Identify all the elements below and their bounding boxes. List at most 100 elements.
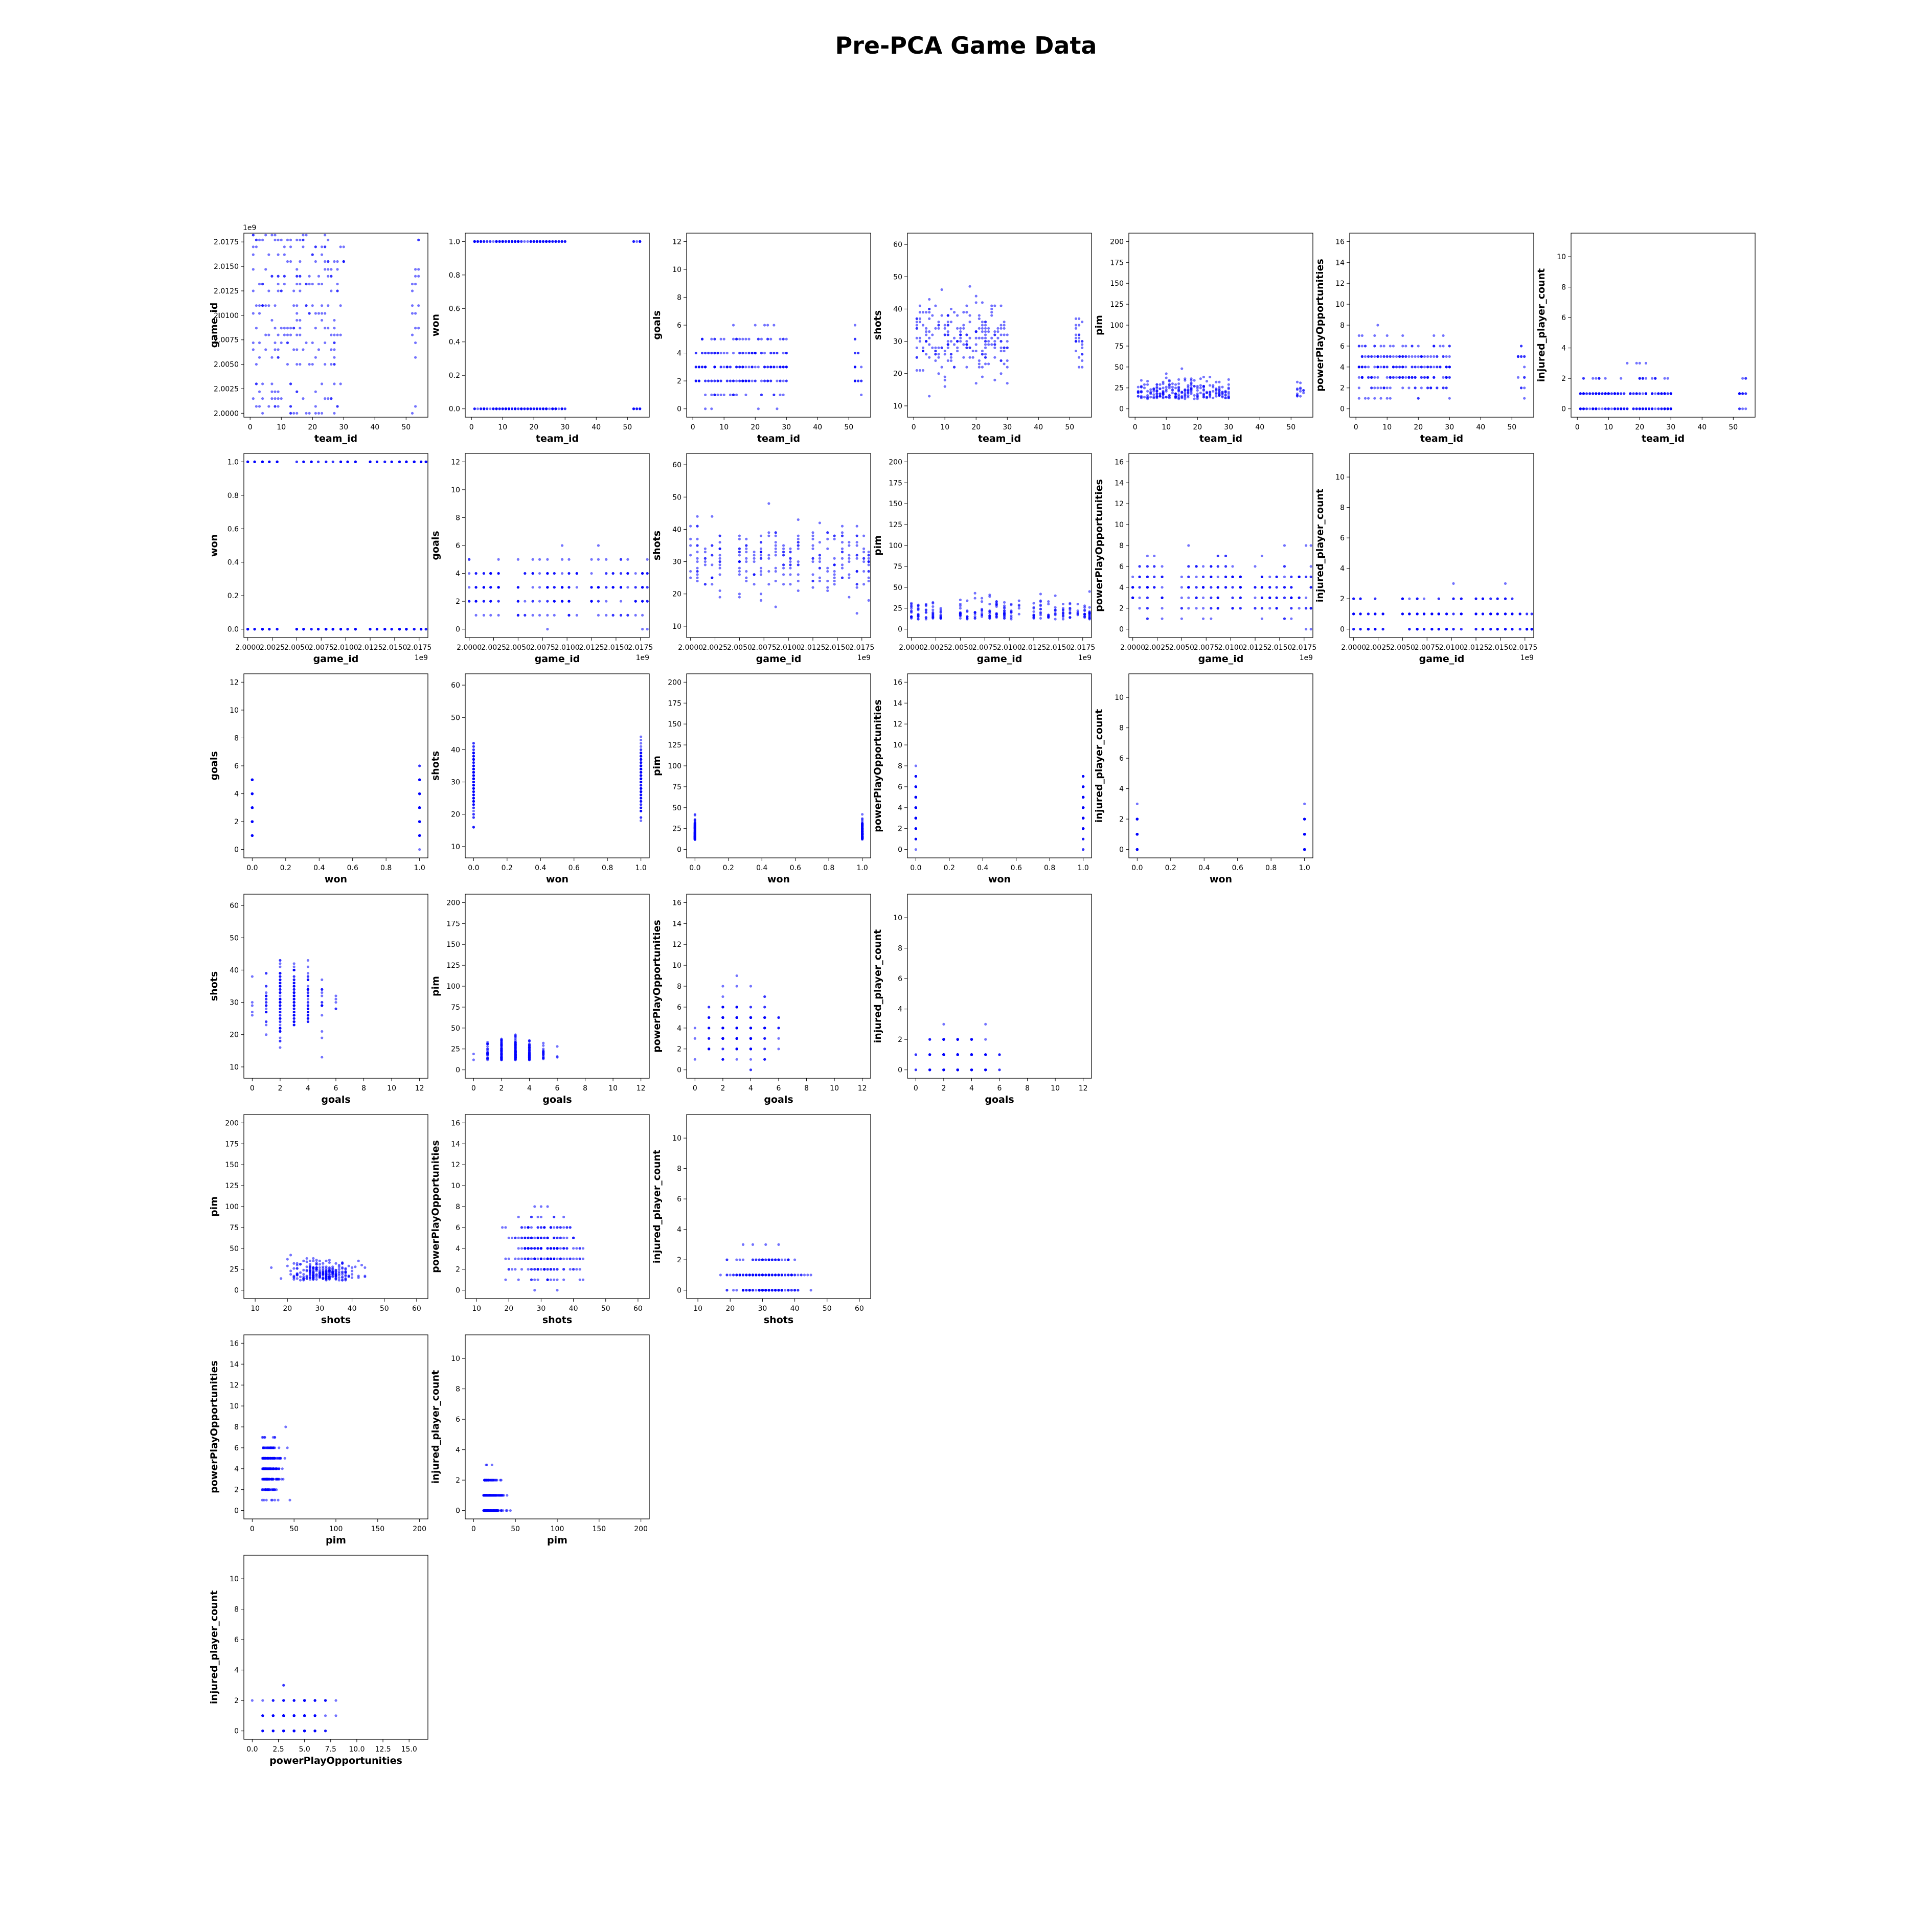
data-point: [424, 628, 427, 631]
data-point: [719, 379, 722, 382]
data-point: [1201, 586, 1205, 589]
data-point: [1177, 382, 1180, 385]
data-point: [504, 240, 507, 243]
data-point: [984, 330, 987, 333]
data-point: [1162, 391, 1165, 394]
data-point: [286, 362, 289, 366]
data-point: [514, 240, 517, 243]
data-point: [939, 610, 942, 613]
data-point: [1360, 376, 1364, 379]
data-point: [959, 339, 962, 343]
data-point: [763, 366, 766, 369]
data-point: [296, 312, 299, 315]
data-point: [314, 390, 317, 393]
data-point: [999, 372, 1003, 375]
data-point: [1666, 407, 1669, 411]
data-point: [779, 366, 782, 369]
data-point: [968, 285, 971, 288]
x-axis-label: game_id: [1419, 653, 1465, 665]
data-point: [1165, 385, 1168, 389]
y-tick-label: 0.2: [228, 592, 239, 600]
data-point: [1367, 355, 1370, 358]
data-point: [1201, 575, 1205, 578]
data-point: [1088, 590, 1091, 593]
data-point: [1260, 586, 1264, 589]
data-point: [707, 351, 710, 355]
data-point: [1224, 391, 1227, 394]
y-tick-label: 50: [893, 584, 902, 592]
data-point: [917, 618, 920, 621]
data-point: [336, 289, 339, 292]
data-point: [745, 576, 748, 579]
data-point: [314, 356, 317, 359]
data-point: [302, 245, 305, 248]
x-tick-label: 2.0125: [801, 644, 826, 652]
data-point: [383, 628, 387, 631]
data-point: [840, 525, 844, 528]
data-point: [914, 848, 917, 851]
data-point: [693, 834, 696, 838]
data-point: [1054, 608, 1057, 611]
data-point: [268, 460, 271, 463]
data-point: [560, 558, 564, 561]
data-point: [635, 240, 639, 243]
data-point: [414, 282, 417, 286]
data-point: [1032, 610, 1035, 613]
data-point: [1201, 617, 1205, 620]
x-tick-label: 30: [560, 423, 570, 431]
data-point: [1138, 607, 1141, 610]
data-point: [848, 573, 851, 576]
x-tick-label: 30: [339, 423, 348, 431]
data-point: [696, 560, 699, 563]
data-point: [987, 362, 990, 366]
data-point: [1180, 396, 1184, 399]
data-point: [1039, 607, 1042, 610]
data-point: [472, 826, 475, 829]
data-point: [531, 572, 534, 575]
data-point: [934, 349, 937, 353]
data-point: [497, 600, 500, 603]
data-point: [299, 282, 302, 286]
y-axis-label: pim: [651, 756, 663, 776]
data-point: [1140, 396, 1143, 399]
data-point: [1439, 366, 1442, 369]
data-point: [546, 628, 549, 631]
data-point: [776, 379, 779, 382]
data-point: [981, 336, 984, 339]
data-point: [826, 547, 829, 550]
subplot-game_id-vs-goals: 2.00002.00252.00502.00752.01002.01252.01…: [430, 453, 653, 665]
data-point: [611, 586, 615, 589]
x-tick-label: 0.4: [977, 864, 988, 872]
data-point: [1180, 596, 1184, 599]
data-point: [811, 560, 814, 563]
data-point: [826, 566, 829, 570]
data-point: [862, 547, 866, 550]
data-point: [390, 628, 393, 631]
data-point: [597, 613, 600, 617]
data-point: [1153, 565, 1156, 568]
data-point: [314, 412, 317, 415]
data-point: [984, 321, 987, 324]
data-point: [277, 289, 280, 292]
data-point: [925, 339, 928, 343]
y-tick-label: 2.0025: [214, 385, 239, 393]
data-point: [995, 600, 998, 603]
data-point: [959, 614, 962, 618]
y-tick-label: 0.6: [449, 305, 460, 313]
y-tick-label: 0: [1119, 626, 1124, 634]
data-point: [538, 240, 542, 243]
data-point: [946, 346, 949, 349]
data-point: [757, 407, 760, 411]
data-point: [1149, 396, 1152, 399]
data-point: [1304, 575, 1308, 578]
data-point: [1283, 596, 1286, 599]
y-tick-label: 2.0050: [214, 361, 239, 369]
data-point: [984, 362, 987, 366]
data-point: [943, 385, 946, 388]
data-point: [472, 790, 475, 793]
data-point: [1496, 612, 1499, 616]
data-point: [299, 275, 302, 278]
data-point: [789, 566, 792, 570]
subplot-game_id-vs-pim: 2.00002.00252.00502.00752.01002.01252.01…: [872, 453, 1095, 665]
data-point: [517, 407, 520, 411]
